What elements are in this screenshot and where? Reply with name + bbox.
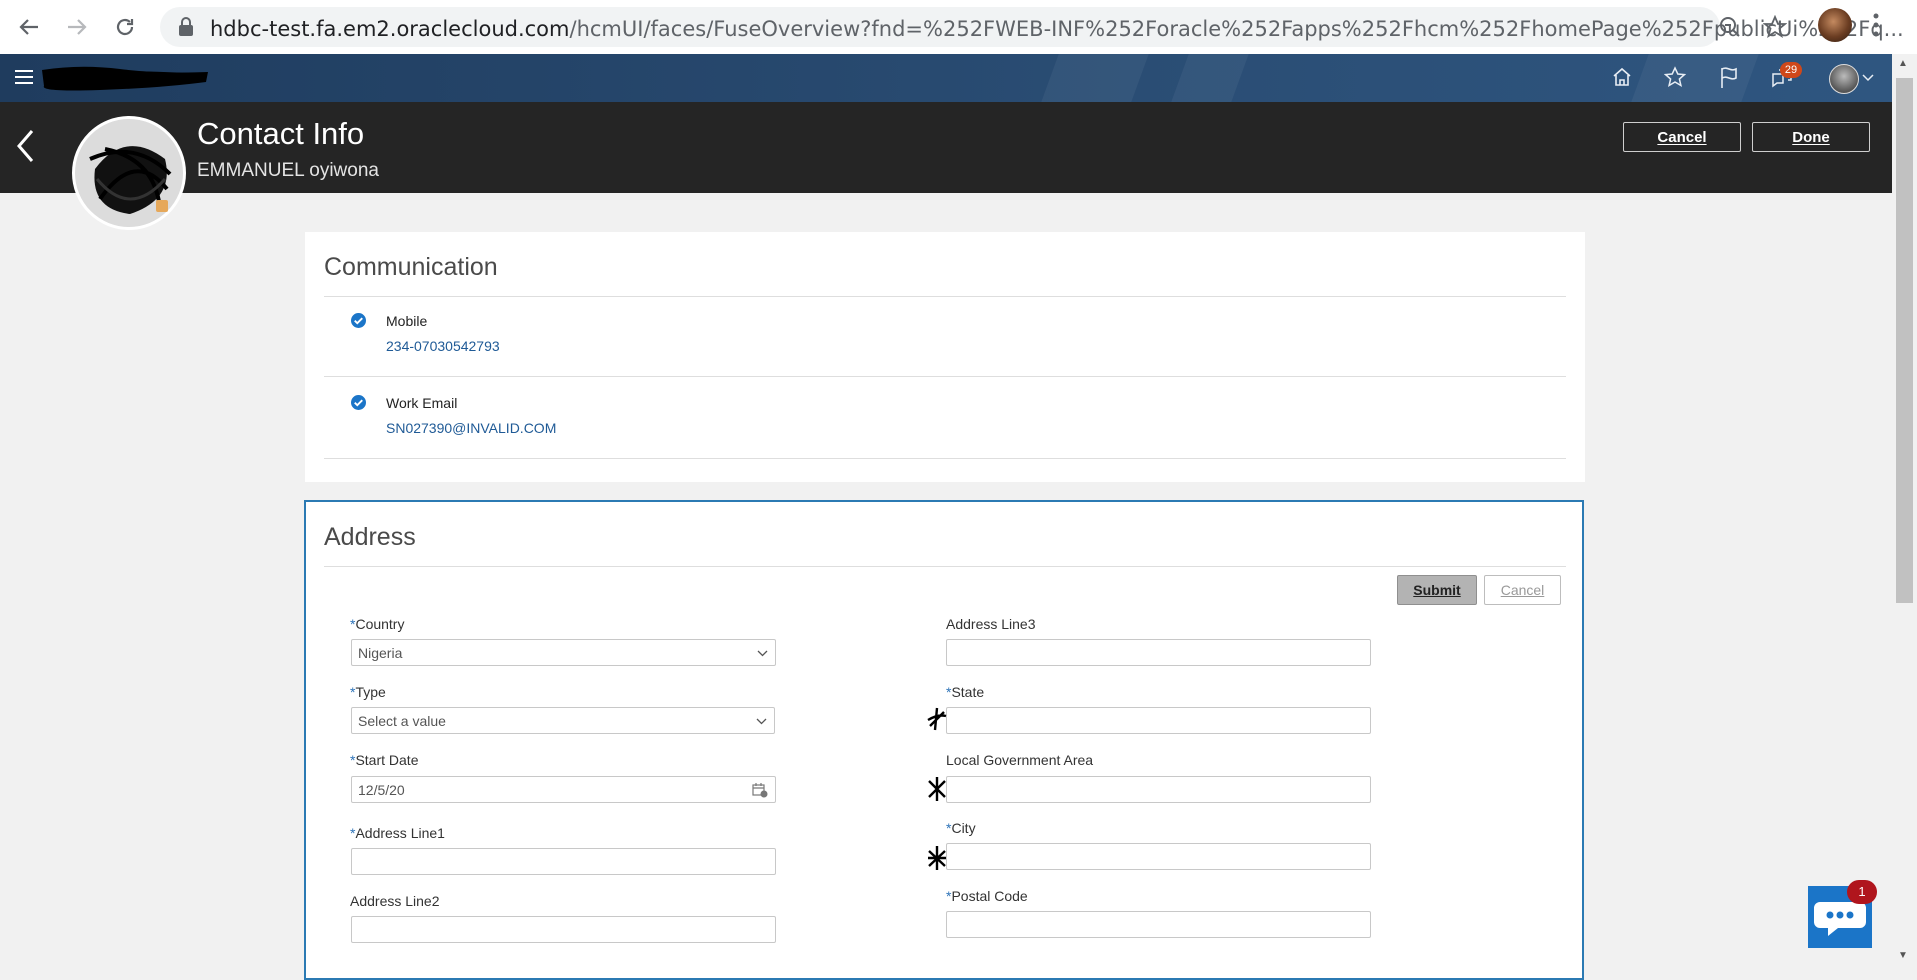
url-text: hdbc-test.fa.em2.oraclecloud.com/hcmUI/f…: [210, 17, 1904, 41]
chevron-down-icon[interactable]: [757, 650, 768, 657]
state-label-text: State: [951, 684, 985, 700]
calendar-icon[interactable]: [752, 782, 768, 798]
divider: [324, 376, 1566, 377]
cancel-label: Cancel: [1500, 582, 1545, 598]
scroll-up-arrow-icon[interactable]: ▲: [1898, 58, 1908, 69]
mobile-label: Mobile: [386, 313, 428, 329]
divider: [324, 566, 1566, 567]
primary-check-icon: [351, 395, 366, 410]
person-name: EMMANUEL oyiwona: [197, 160, 379, 181]
state-input[interactable]: [946, 707, 1371, 734]
chevron-down-icon[interactable]: [1862, 74, 1874, 82]
address-line2-input[interactable]: [351, 916, 776, 943]
start-date-input[interactable]: 12/5/20: [351, 776, 776, 803]
reload-icon: [116, 18, 134, 36]
person-photo: [72, 116, 186, 230]
arrow-right-icon: [68, 19, 87, 35]
chat-unread-badge: 1: [1847, 880, 1877, 904]
address-cancel-button[interactable]: Cancel: [1484, 575, 1561, 605]
browser-toolbar: hdbc-test.fa.em2.oraclecloud.com/hcmUI/f…: [0, 0, 1917, 54]
start-date-label: *Start Date: [350, 752, 418, 768]
header-stripe: [1041, 54, 1149, 102]
work-email-value-link[interactable]: SN027390@INVALID.COM: [386, 420, 556, 436]
header-cancel-button[interactable]: Cancel: [1623, 122, 1741, 152]
address-line1-label: *Address Line1: [350, 825, 445, 841]
back-chevron-icon[interactable]: [14, 128, 38, 164]
country-label-text: Country: [355, 616, 405, 632]
address-line1-input[interactable]: [351, 848, 776, 875]
browser-forward-button[interactable]: [60, 10, 94, 44]
arrow-left-icon: [19, 19, 38, 35]
user-menu-avatar[interactable]: [1829, 64, 1859, 94]
postal-code-input[interactable]: [946, 911, 1371, 938]
country-label: *Country: [350, 616, 404, 632]
navigator-menu-icon[interactable]: [14, 68, 34, 86]
address-line3-input[interactable]: [946, 639, 1371, 666]
state-label: *State: [946, 684, 984, 700]
chevron-down-icon[interactable]: [756, 718, 767, 725]
url-path: /hcmUI/faces/FuseOverview?fnd=%252FWEB-I…: [569, 17, 1904, 41]
page-title: Contact Info: [197, 116, 365, 151]
scrollbar-thumb[interactable]: [1896, 78, 1913, 603]
notification-badge: 29: [1780, 62, 1802, 78]
postal-code-label: *Postal Code: [946, 888, 1028, 904]
global-header: 29: [0, 54, 1892, 102]
header-stripe: [1171, 54, 1249, 102]
address-line3-label: Address Line3: [946, 616, 1036, 632]
address-line1-label-text: Address Line1: [355, 825, 445, 841]
type-label: *Type: [350, 684, 386, 700]
lock-icon: [179, 17, 193, 36]
address-line2-label: Address Line2: [350, 893, 440, 909]
lga-input[interactable]: [946, 776, 1371, 803]
work-email-label: Work Email: [386, 395, 458, 411]
bookmark-star-icon[interactable]: [1763, 15, 1787, 39]
type-select[interactable]: Select a value: [351, 707, 775, 734]
photo-status-badge: [156, 200, 168, 212]
type-label-text: Type: [355, 684, 386, 700]
zoom-icon[interactable]: [1718, 15, 1742, 39]
country-select[interactable]: Nigeria: [351, 639, 776, 666]
address-submit-button[interactable]: Submit: [1397, 575, 1477, 605]
favorites-star-icon[interactable]: [1664, 66, 1686, 88]
address-title: Address: [324, 523, 416, 551]
communication-title: Communication: [324, 253, 498, 281]
primary-check-icon: [351, 313, 366, 328]
browser-menu-icon[interactable]: [1872, 12, 1880, 38]
lga-label: Local Government Area: [946, 752, 1094, 768]
home-icon[interactable]: [1611, 66, 1633, 88]
mobile-value-link[interactable]: 234-07030542793: [386, 338, 500, 354]
city-input[interactable]: [946, 843, 1371, 870]
divider: [324, 296, 1566, 297]
divider: [324, 458, 1566, 459]
url-host: hdbc-test.fa.em2.oraclecloud.com: [210, 17, 570, 41]
watchlist-flag-icon[interactable]: [1718, 66, 1740, 90]
city-label: *City: [946, 820, 976, 836]
browser-reload-button[interactable]: [108, 10, 142, 44]
start-date-label-text: Start Date: [355, 752, 419, 768]
handwritten-asterisk-mark-icon: [928, 777, 946, 801]
browser-profile-avatar[interactable]: [1818, 8, 1852, 42]
header-done-button[interactable]: Done: [1752, 122, 1870, 152]
postal-code-label-text: Postal Code: [951, 888, 1028, 904]
browser-back-button[interactable]: [12, 10, 46, 44]
address-card: [304, 500, 1584, 980]
address-bar[interactable]: hdbc-test.fa.em2.oraclecloud.com/hcmUI/f…: [160, 7, 1904, 47]
handwritten-asterisk-mark-icon: [928, 846, 946, 870]
city-label-text: City: [951, 820, 976, 836]
scroll-down-arrow-icon[interactable]: ▼: [1898, 950, 1908, 961]
redacted-logo: [42, 66, 208, 91]
submit-label: Submit: [1413, 582, 1461, 598]
handwritten-asterisk-mark-icon: [927, 707, 947, 731]
